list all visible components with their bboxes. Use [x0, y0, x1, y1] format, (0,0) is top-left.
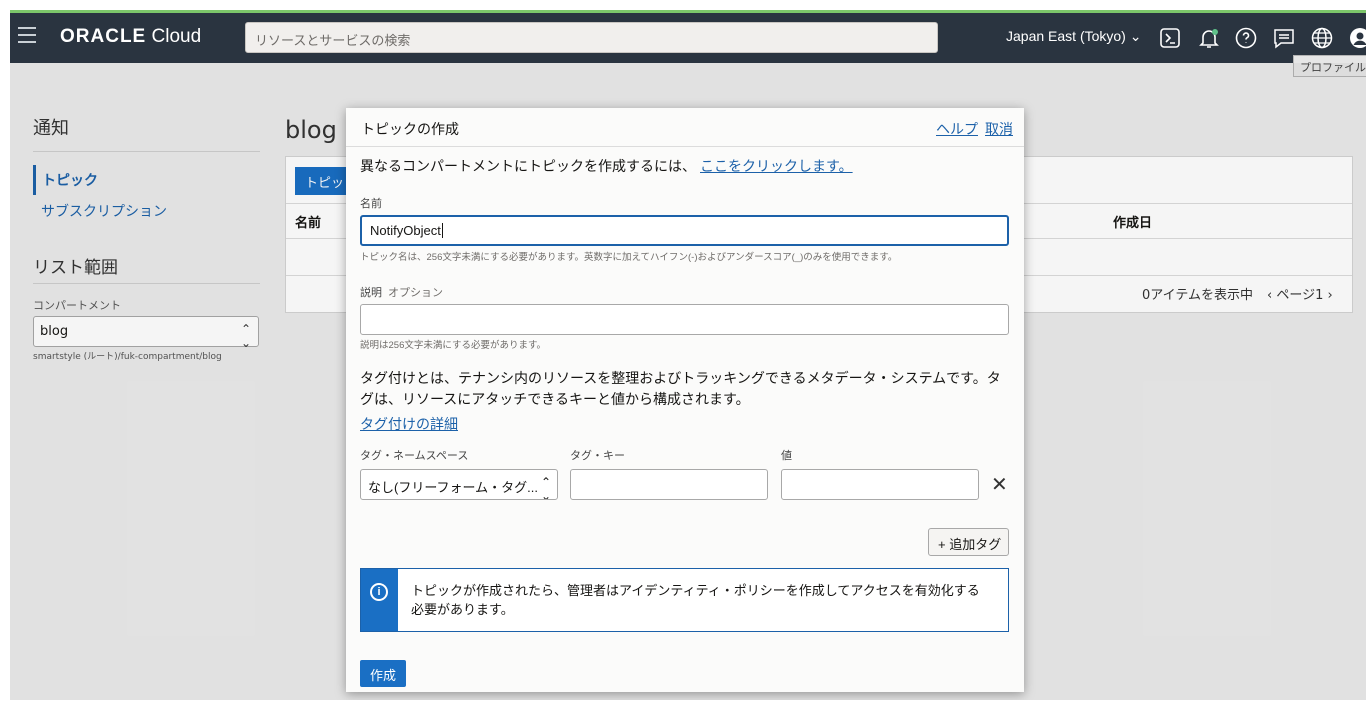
tag-value-label: 値 [781, 450, 792, 462]
tagging-description: タグ付けとは、テナンシ内のリソースを整理およびトラッキングできるメタデータ・シス… [360, 370, 1001, 407]
create-button[interactable]: 作成 [360, 660, 406, 687]
tag-key-input[interactable] [570, 469, 768, 500]
select-arrows-icon: ⌃ ⌄ [540, 475, 551, 500]
chevron-down-icon: ⌄ [1129, 28, 1142, 44]
description-label: 説明 オプション [360, 287, 443, 299]
info-message: i トピックが作成されたら、管理者はアイデンティティ・ポリシーを作成してアクセス… [360, 568, 1009, 632]
region-selector[interactable]: Japan East (Tokyo) ⌄ [1006, 28, 1141, 45]
help-icon[interactable] [1234, 26, 1258, 50]
cancel-link[interactable]: 取消 [985, 119, 1013, 139]
change-compartment-link[interactable]: ここをクリックします。 [700, 158, 853, 174]
oracle-cloud-logo[interactable]: ORACLE Cloud [60, 26, 201, 48]
description-hint: 説明は256文字未満にする必要があります。 [360, 340, 546, 351]
tagging-details-link[interactable]: タグ付けの詳細 [360, 414, 458, 434]
info-icon: i [370, 583, 388, 601]
compartment-intro: 異なるコンパートメントにトピックを作成するには、 ここをクリックします。 [360, 158, 853, 174]
hamburger-menu-icon[interactable] [18, 27, 36, 43]
tag-key-label: タグ・キー [570, 450, 625, 462]
add-tag-button[interactable]: + 追加タグ [928, 528, 1009, 556]
name-hint: トピック名は、256文字未満にする必要があります。英数字に加えてハイフン(-)お… [360, 252, 898, 263]
create-topic-dialog: トピックの作成 ヘルプ 取消 異なるコンパートメントにトピックを作成するには、こ… [346, 108, 1024, 692]
description-input[interactable] [360, 304, 1009, 335]
info-bar: i [361, 569, 398, 631]
dialog-title: トピックの作成 [361, 121, 459, 137]
dialog-header: トピックの作成 ヘルプ 取消 [346, 108, 1024, 147]
profile-avatar-icon[interactable] [1348, 26, 1366, 50]
info-text: トピックが作成されたら、管理者はアイデンティティ・ポリシーを作成してアクセスを有… [411, 583, 980, 617]
tag-value-input[interactable] [781, 469, 979, 500]
optional-tag: オプション [388, 287, 443, 299]
browser-frame: ORACLE Cloud リソースとサービスの検索 Japan East (To… [10, 10, 1366, 700]
notification-bell-icon[interactable] [1197, 26, 1221, 50]
top-bar: ORACLE Cloud リソースとサービスの検索 Japan East (To… [10, 13, 1366, 63]
feedback-chat-icon[interactable] [1272, 26, 1296, 50]
tag-namespace-select[interactable]: なし(フリーフォーム・タグ... ⌃ ⌄ [360, 469, 558, 500]
search-input[interactable]: リソースとサービスの検索 [245, 22, 938, 53]
topic-name-input[interactable]: NotifyObject [360, 215, 1009, 246]
cloud-shell-icon[interactable] [1158, 26, 1182, 50]
remove-tag-close-icon[interactable]: ✕ [991, 472, 1008, 497]
language-globe-icon[interactable] [1310, 26, 1334, 50]
name-label: 名前 [360, 198, 382, 210]
help-link[interactable]: ヘルプ [936, 119, 978, 139]
tag-namespace-label: タグ・ネームスペース [360, 450, 469, 462]
